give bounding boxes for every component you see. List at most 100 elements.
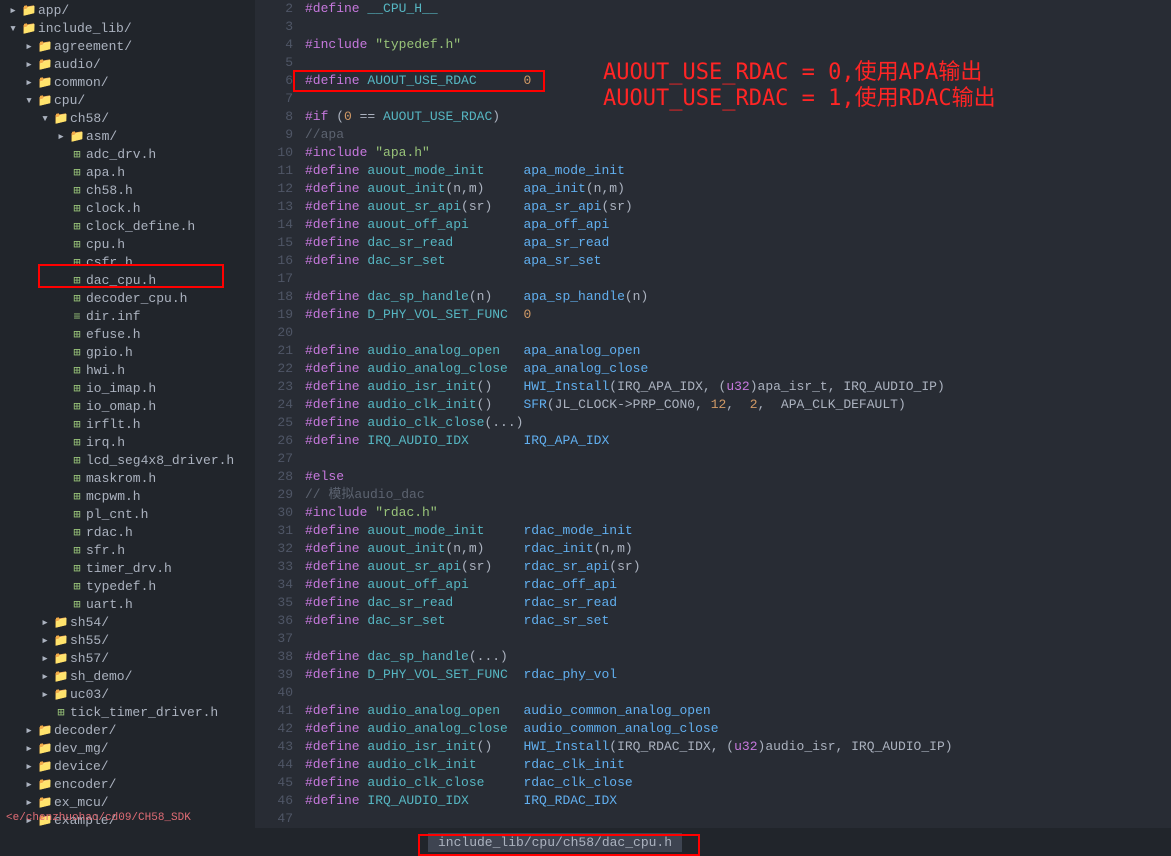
- tree-item[interactable]: ▸📁uc03/: [0, 686, 255, 704]
- tree-item[interactable]: ▸📁sh57/: [0, 650, 255, 668]
- code-line[interactable]: #define audio_analog_open audio_common_a…: [305, 702, 1171, 720]
- tree-item[interactable]: ≡dir.inf: [0, 308, 255, 326]
- code-line[interactable]: #define audio_clk_init rdac_clk_init: [305, 756, 1171, 774]
- code-line[interactable]: #define dac_sp_handle(...): [305, 648, 1171, 666]
- file-tree[interactable]: ▸📁app/▾📁include_lib/▸📁agreement/▸📁audio/…: [0, 0, 255, 856]
- code-line[interactable]: #define audio_analog_close audio_common_…: [305, 720, 1171, 738]
- tree-item[interactable]: ⊞csfr.h: [0, 254, 255, 272]
- tree-item[interactable]: ▸📁sh_demo/: [0, 668, 255, 686]
- expand-icon[interactable]: ▸: [38, 668, 52, 686]
- code-line[interactable]: #else: [305, 468, 1171, 486]
- tree-item[interactable]: ⊞io_omap.h: [0, 398, 255, 416]
- code-line[interactable]: [305, 630, 1171, 648]
- code-line[interactable]: #include "apa.h": [305, 144, 1171, 162]
- tree-item[interactable]: ⊞sfr.h: [0, 542, 255, 560]
- tree-item[interactable]: ▾📁ch58/: [0, 110, 255, 128]
- expand-icon[interactable]: ▸: [22, 722, 36, 740]
- tree-item[interactable]: ⊞cpu.h: [0, 236, 255, 254]
- tree-item[interactable]: ⊞efuse.h: [0, 326, 255, 344]
- expand-icon[interactable]: ▸: [54, 128, 68, 146]
- code-line[interactable]: [305, 18, 1171, 36]
- tree-item[interactable]: ▸📁device/: [0, 758, 255, 776]
- tree-item[interactable]: ⊞tick_timer_driver.h: [0, 704, 255, 722]
- expand-icon[interactable]: ▸: [38, 614, 52, 632]
- expand-icon[interactable]: ▸: [38, 650, 52, 668]
- tree-item[interactable]: ▸📁decoder/: [0, 722, 255, 740]
- tree-item[interactable]: ⊞clock.h: [0, 200, 255, 218]
- tree-item[interactable]: ▸📁app/: [0, 2, 255, 20]
- code-line[interactable]: //apa: [305, 126, 1171, 144]
- tree-item[interactable]: ⊞clock_define.h: [0, 218, 255, 236]
- tree-item[interactable]: ⊞irq.h: [0, 434, 255, 452]
- code-line[interactable]: [305, 684, 1171, 702]
- code-line[interactable]: [305, 324, 1171, 342]
- code-line[interactable]: #define audio_clk_close rdac_clk_close: [305, 774, 1171, 792]
- code-line[interactable]: #define D_PHY_VOL_SET_FUNC rdac_phy_vol: [305, 666, 1171, 684]
- expand-icon[interactable]: ▸: [38, 632, 52, 650]
- tree-item[interactable]: ⊞adc_drv.h: [0, 146, 255, 164]
- tree-item[interactable]: ⊞apa.h: [0, 164, 255, 182]
- expand-icon[interactable]: ▾: [38, 110, 52, 128]
- tree-item[interactable]: ⊞uart.h: [0, 596, 255, 614]
- code-line[interactable]: #define auout_mode_init apa_mode_init: [305, 162, 1171, 180]
- code-line[interactable]: #define audio_isr_init() HWI_Install(IRQ…: [305, 378, 1171, 396]
- expand-icon[interactable]: ▸: [22, 38, 36, 56]
- tree-item[interactable]: ▸📁dev_mg/: [0, 740, 255, 758]
- tree-item[interactable]: ▸📁agreement/: [0, 38, 255, 56]
- tree-item[interactable]: ⊞ch58.h: [0, 182, 255, 200]
- tree-item[interactable]: ⊞timer_drv.h: [0, 560, 255, 578]
- code-line[interactable]: #include "typedef.h": [305, 36, 1171, 54]
- expand-icon[interactable]: ▸: [38, 686, 52, 704]
- tree-item[interactable]: ⊞rdac.h: [0, 524, 255, 542]
- code-line[interactable]: #define audio_analog_close apa_analog_cl…: [305, 360, 1171, 378]
- code-line[interactable]: #define dac_sr_read apa_sr_read: [305, 234, 1171, 252]
- expand-icon[interactable]: ▸: [22, 74, 36, 92]
- code-line[interactable]: #define audio_analog_open apa_analog_ope…: [305, 342, 1171, 360]
- tree-item[interactable]: ⊞mcpwm.h: [0, 488, 255, 506]
- code-line[interactable]: // 模拟audio_dac: [305, 486, 1171, 504]
- code-line[interactable]: #define auout_sr_api(sr) rdac_sr_api(sr): [305, 558, 1171, 576]
- tree-item[interactable]: ⊞gpio.h: [0, 344, 255, 362]
- tree-item[interactable]: ⊞pl_cnt.h: [0, 506, 255, 524]
- tree-item[interactable]: ▾📁cpu/: [0, 92, 255, 110]
- expand-icon[interactable]: ▾: [22, 92, 36, 110]
- tree-item[interactable]: ▸📁sh54/: [0, 614, 255, 632]
- code-line[interactable]: #define IRQ_AUDIO_IDX IRQ_RDAC_IDX: [305, 792, 1171, 810]
- code-editor[interactable]: 2345678910111213141516171819202122232425…: [255, 0, 1171, 856]
- expand-icon[interactable]: ▸: [6, 2, 20, 20]
- tree-item[interactable]: ▾📁include_lib/: [0, 20, 255, 38]
- code-line[interactable]: #define auout_init(n,m) apa_init(n,m): [305, 180, 1171, 198]
- tree-item[interactable]: ▸📁sh55/: [0, 632, 255, 650]
- code-line[interactable]: #define audio_clk_close(...): [305, 414, 1171, 432]
- tree-item[interactable]: ⊞dac_cpu.h: [0, 272, 255, 290]
- tree-item[interactable]: ▸📁common/: [0, 74, 255, 92]
- code-line[interactable]: #define dac_sr_read rdac_sr_read: [305, 594, 1171, 612]
- expand-icon[interactable]: ▸: [22, 56, 36, 74]
- expand-icon[interactable]: ▸: [22, 740, 36, 758]
- code-line[interactable]: #define IRQ_AUDIO_IDX IRQ_APA_IDX: [305, 432, 1171, 450]
- code-line[interactable]: #define audio_isr_init() HWI_Install(IRQ…: [305, 738, 1171, 756]
- code-line[interactable]: #define audio_clk_init() SFR(JL_CLOCK->P…: [305, 396, 1171, 414]
- code-line[interactable]: #include "rdac.h": [305, 504, 1171, 522]
- code-line[interactable]: #define auout_sr_api(sr) apa_sr_api(sr): [305, 198, 1171, 216]
- tree-item[interactable]: ⊞maskrom.h: [0, 470, 255, 488]
- code-line[interactable]: #define __CPU_H__: [305, 0, 1171, 18]
- tree-item[interactable]: ⊞typedef.h: [0, 578, 255, 596]
- code-line[interactable]: #define dac_sr_set apa_sr_set: [305, 252, 1171, 270]
- tree-item[interactable]: ⊞lcd_seg4x8_driver.h: [0, 452, 255, 470]
- code-line[interactable]: #define auout_mode_init rdac_mode_init: [305, 522, 1171, 540]
- expand-icon[interactable]: ▸: [22, 758, 36, 776]
- tree-item[interactable]: ⊞irflt.h: [0, 416, 255, 434]
- tree-item[interactable]: ⊞io_imap.h: [0, 380, 255, 398]
- code-line[interactable]: #define auout_off_api rdac_off_api: [305, 576, 1171, 594]
- code-area[interactable]: #define __CPU_H__ #include "typedef.h" #de…: [305, 0, 1171, 856]
- code-line[interactable]: [305, 810, 1171, 828]
- code-line[interactable]: #define dac_sr_set rdac_sr_set: [305, 612, 1171, 630]
- tree-item[interactable]: ⊞hwi.h: [0, 362, 255, 380]
- code-line[interactable]: [305, 450, 1171, 468]
- expand-icon[interactable]: ▸: [22, 776, 36, 794]
- expand-icon[interactable]: ▾: [6, 20, 20, 38]
- code-line[interactable]: #define D_PHY_VOL_SET_FUNC 0: [305, 306, 1171, 324]
- code-line[interactable]: #define auout_init(n,m) rdac_init(n,m): [305, 540, 1171, 558]
- tree-item[interactable]: ▸📁asm/: [0, 128, 255, 146]
